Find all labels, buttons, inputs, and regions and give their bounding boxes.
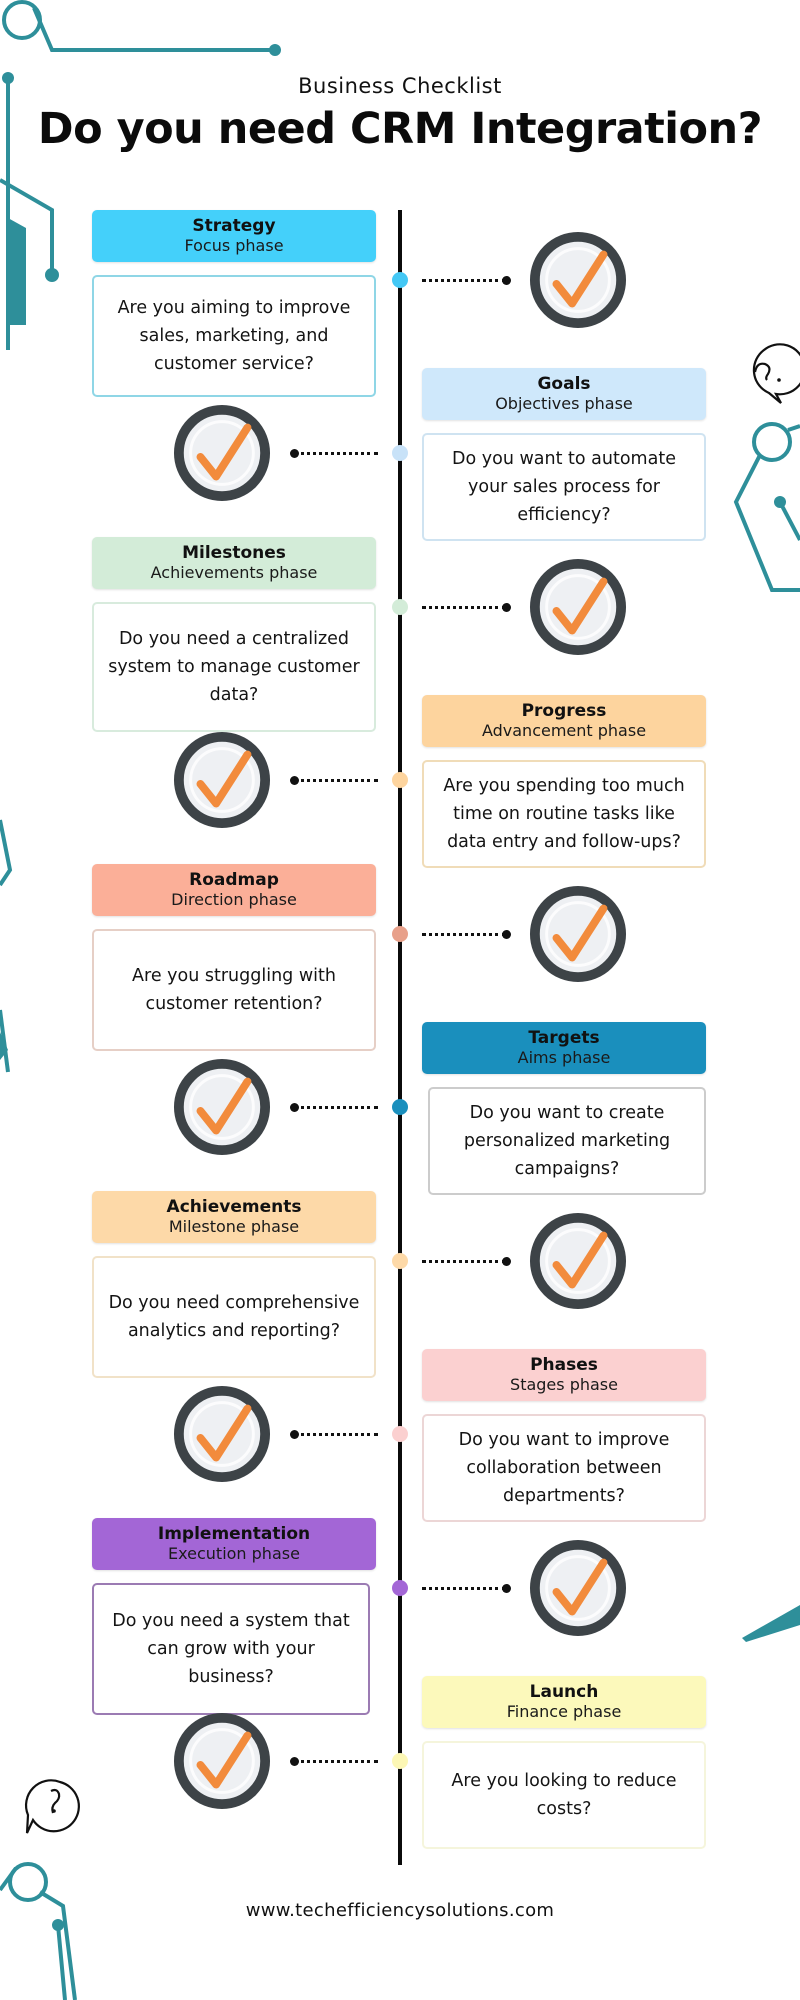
item-phase: Stages phase: [510, 1375, 618, 1394]
dotted-connector: [294, 1433, 378, 1436]
item-question-box: Do you need a centralized system to mana…: [92, 602, 376, 732]
item-title: Milestones: [182, 543, 286, 563]
checkmark-badge-icon: [173, 731, 271, 829]
dotted-connector: [294, 1106, 378, 1109]
circuit-node-icon: [2, 0, 42, 40]
checkmark-badge-icon: [173, 1385, 271, 1483]
timeline-dot: [392, 272, 408, 288]
dotted-connector: [422, 933, 506, 936]
item-header: Progress Advancement phase: [422, 695, 706, 747]
checkmark-badge-icon: [173, 1712, 271, 1810]
checkmark-badge-icon: [173, 404, 271, 502]
item-title: Targets: [528, 1028, 600, 1048]
connector-end-dot: [289, 1756, 299, 1766]
dotted-connector: [422, 1260, 506, 1263]
timeline-dot: [392, 599, 408, 615]
connector-end-dot: [501, 1256, 511, 1266]
timeline-dot: [392, 1580, 408, 1596]
connector-end-dot: [501, 929, 511, 939]
connector-end-dot: [501, 602, 511, 612]
item-phase: Aims phase: [517, 1048, 611, 1067]
item-title: Implementation: [157, 1524, 311, 1544]
checkmark-badge-icon: [529, 1212, 627, 1310]
item-question: Are you struggling with customer retenti…: [132, 966, 336, 1014]
item-header: Targets Aims phase: [422, 1022, 706, 1074]
item-question-box: Do you want to improve collaboration bet…: [422, 1414, 706, 1522]
checkmark-badge-icon: [529, 231, 627, 329]
item-question-box: Are you spending too much time on routin…: [422, 760, 706, 868]
item-header: Launch Finance phase: [422, 1676, 706, 1728]
checkmark-badge-icon: [529, 558, 627, 656]
item-question: Do you want to improve collaboration bet…: [458, 1430, 670, 1506]
item-question: Do you want to automate your sales proce…: [452, 449, 676, 525]
dotted-connector: [422, 606, 506, 609]
checkmark-badge-icon: [529, 1539, 627, 1637]
item-question: Are you looking to reduce costs?: [451, 1771, 677, 1819]
item-question-box: Do you want to automate your sales proce…: [422, 433, 706, 541]
timeline-dot: [392, 926, 408, 942]
item-phase: Finance phase: [506, 1702, 622, 1721]
item-question-box: Are you looking to reduce costs?: [422, 1741, 706, 1849]
timeline-dot: [392, 772, 408, 788]
item-phase: Focus phase: [184, 236, 284, 255]
connector-end-dot: [289, 448, 299, 458]
timeline-dot: [392, 445, 408, 461]
item-header: Goals Objectives phase: [422, 368, 706, 420]
question-speech-bubble-icon-bottom: [25, 1779, 80, 1834]
item-header: Strategy Focus phase: [92, 210, 376, 262]
item-phase: Direction phase: [171, 890, 297, 909]
item-title: Launch: [529, 1682, 599, 1702]
timeline-dot: [392, 1426, 408, 1442]
item-question: Are you spending too much time on routin…: [443, 776, 685, 852]
page-title: Do you need CRM Integration?: [37, 104, 763, 154]
checkmark-badge-icon: [173, 1058, 271, 1156]
item-question: Do you need a system that can grow with …: [112, 1611, 350, 1687]
item-phase: Achievements phase: [150, 563, 318, 582]
item-phase: Execution phase: [168, 1544, 300, 1563]
connector-end-dot: [289, 775, 299, 785]
timeline-dot: [392, 1253, 408, 1269]
dotted-connector: [422, 1587, 506, 1590]
page-subtitle: Business Checklist: [298, 74, 502, 98]
connector-end-dot: [501, 275, 511, 285]
item-header: Milestones Achievements phase: [92, 537, 376, 589]
dotted-connector: [422, 279, 506, 282]
item-question-box: Do you want to create personalized marke…: [428, 1087, 706, 1195]
item-header: Roadmap Direction phase: [92, 864, 376, 916]
item-title: Achievements: [166, 1197, 302, 1217]
item-question: Do you need comprehensive analytics and …: [108, 1293, 360, 1341]
timeline-dot: [392, 1099, 408, 1115]
item-header: Implementation Execution phase: [92, 1518, 376, 1570]
footer-website[interactable]: www.techefficiencysolutions.com: [0, 1900, 800, 1921]
item-question-box: Are you struggling with customer retenti…: [92, 929, 376, 1051]
checkmark-badge-icon: [529, 885, 627, 983]
dotted-connector: [294, 1760, 378, 1763]
item-question-box: Do you need comprehensive analytics and …: [92, 1256, 376, 1378]
item-title: Goals: [537, 374, 591, 394]
item-phase: Objectives phase: [495, 394, 633, 413]
item-question: Are you aiming to improve sales, marketi…: [117, 298, 351, 374]
item-question-box: Do you need a system that can grow with …: [92, 1583, 370, 1715]
item-phase: Milestone phase: [168, 1217, 300, 1236]
item-question: Do you want to create personalized marke…: [463, 1103, 671, 1179]
item-question-box: Are you aiming to improve sales, marketi…: [92, 275, 376, 397]
item-title: Progress: [521, 701, 607, 721]
item-header: Phases Stages phase: [422, 1349, 706, 1401]
question-speech-bubble-icon: [752, 343, 800, 404]
item-title: Strategy: [192, 216, 276, 236]
connector-end-dot: [289, 1429, 299, 1439]
item-title: Phases: [530, 1355, 598, 1375]
connector-end-dot: [501, 1583, 511, 1593]
dotted-connector: [294, 452, 378, 455]
dotted-connector: [294, 779, 378, 782]
item-question: Do you need a centralized system to mana…: [108, 629, 360, 705]
timeline-dot: [392, 1753, 408, 1769]
item-phase: Advancement phase: [481, 721, 647, 740]
connector-end-dot: [289, 1102, 299, 1112]
item-title: Roadmap: [189, 870, 279, 890]
item-header: Achievements Milestone phase: [92, 1191, 376, 1243]
